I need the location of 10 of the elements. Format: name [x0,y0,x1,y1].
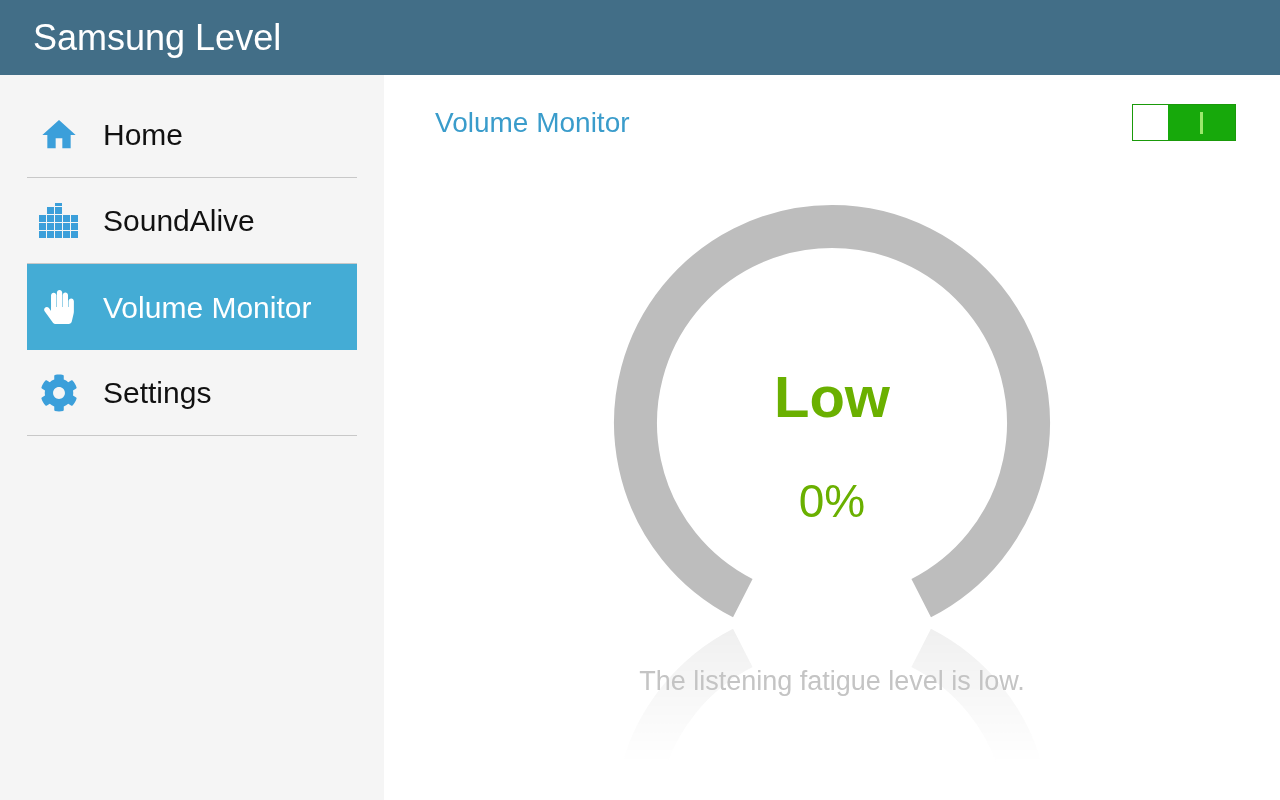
sidebar-item[interactable]: Settings [27,350,357,436]
fatigue-status: Low [773,368,891,426]
app-title: Samsung Level [33,15,282,60]
toggle-switch[interactable] [1132,104,1236,141]
equalizer-bars-icon [39,202,79,239]
sidebar-item[interactable]: Home [27,92,357,178]
section-title: Volume Monitor [435,105,630,140]
fatigue-percent: 0% [797,478,867,524]
settings-icon [40,373,78,412]
hand-icon [42,290,76,324]
